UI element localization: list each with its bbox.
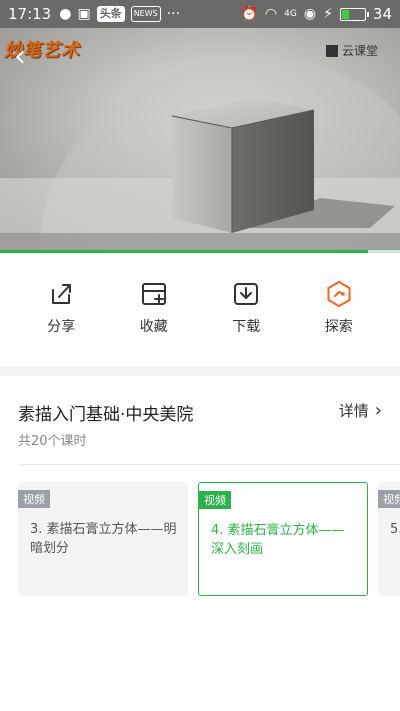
news-chip: NEWS [130,6,161,22]
lesson-card-current[interactable]: 视频 4. 素描石膏立方体——深入刻画 [198,482,368,596]
back-button[interactable]: ‹ [14,42,36,72]
video-tag: 视频 [199,491,231,509]
download-label: 下载 [232,319,261,335]
clock: 17:13 [8,5,52,23]
video-player[interactable]: 妙笔艺术 ‹ 云课堂 [0,28,400,250]
share-label: 分享 [47,319,76,335]
video-tag: 视频 [18,490,50,508]
battery-percent: 34 [372,5,392,23]
action-row: 分享 收藏 下载 探索 [0,253,400,363]
chevron-right-icon: › [374,400,382,421]
download-icon [234,283,259,305]
lesson-count: 共20个课时 [18,434,87,449]
charging-icon: ⚡ [323,6,333,22]
lesson-carousel[interactable]: 视频 3. 素描石膏立方体——明暗划分 视频 4. 素描石膏立方体——深入刻画 … [0,482,400,598]
lesson-card[interactable]: 视频 3. 素描石膏立方体——明暗划分 [18,482,188,596]
alarm-icon: ⏰ [240,6,258,22]
video-tag: 视频 [378,490,400,508]
share-icon [52,284,72,304]
explore-button[interactable]: 探索 [299,280,379,336]
section-divider [0,366,400,376]
signal-label: 4G [284,9,297,19]
lesson-title: 3. 素描石膏立方体——明暗划分 [30,522,177,556]
battery-icon [339,7,369,21]
watermark: 云课堂 [325,42,378,59]
favorite-button[interactable]: 收藏 [114,280,194,336]
watermark-label: 云课堂 [341,44,378,58]
toutiao-chip: 头条 [96,6,125,22]
lesson-card[interactable]: 视频 5. 素描石膏立方体——起 [378,482,400,596]
download-button[interactable]: 下载 [206,280,286,336]
details-label: 详情 [338,402,369,420]
explore-icon [327,281,351,307]
favorite-label: 收藏 [139,319,168,335]
lesson-title: 5. 素描石膏立方体——起 [390,522,400,537]
explore-label: 探索 [324,319,353,335]
course-info: 素描入门基础·中央美院 详情 › 共20个课时 [0,376,400,464]
details-link[interactable]: 详情 › [339,400,382,421]
more-notifications-icon: ··· [166,6,181,22]
cloud-classroom-icon [325,44,338,57]
share-button[interactable]: 分享 [21,280,101,336]
wifi-icon: ◠ [264,6,278,22]
status-bar: 17:13 ● ▣ 头条 NEWS ··· ⏰ ◠ 4G ◉ ⚡ 34 [0,0,400,28]
divider-line [18,464,400,465]
favorite-icon [141,283,166,305]
camera-icon: ▣ [77,6,91,22]
course-title: 素描入门基础·中央美院 [18,405,194,425]
data-saver-icon: ◉ [303,6,317,22]
lesson-title: 4. 素描石膏立方体——深入刻画 [211,523,345,557]
message-icon: ● [59,6,72,22]
